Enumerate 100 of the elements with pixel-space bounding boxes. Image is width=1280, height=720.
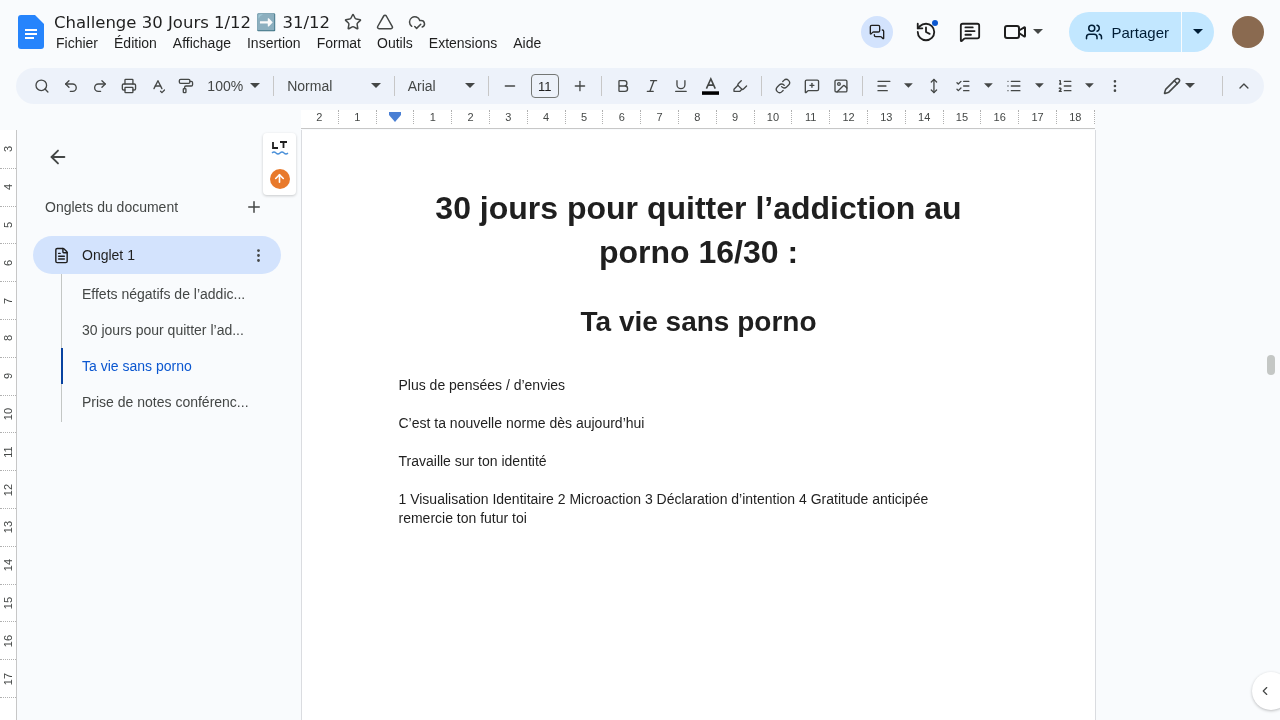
ruler-number: 8 (2, 335, 14, 342)
ruler-number: 1 (354, 111, 361, 123)
ruler-number: 3 (2, 146, 14, 153)
ruler-number: 10 (766, 111, 780, 123)
document-subheading: Ta vie sans porno (579, 306, 818, 338)
upload-button[interactable] (269, 168, 290, 189)
menu-item[interactable]: Outils (369, 33, 421, 52)
chat-icon (869, 24, 886, 40)
paragraph: Plus de pensées / d’envies (398, 376, 567, 395)
ruler-number: 4 (543, 111, 550, 123)
caret-icon (1033, 29, 1044, 35)
menu-item[interactable]: Fichier (48, 33, 106, 52)
chat-button[interactable] (861, 16, 894, 48)
cloud-check-icon[interactable] (408, 13, 427, 31)
ruler-number: 14 (2, 559, 14, 572)
caret-icon (1034, 83, 1044, 89)
ruler-number: 2 (467, 111, 474, 123)
highlighter-icon[interactable] (732, 77, 749, 95)
menu-item[interactable]: Édition (106, 33, 165, 52)
print-icon[interactable] (120, 77, 137, 95)
language-tool-widget[interactable] (263, 133, 296, 195)
menu-item[interactable]: Extensions (420, 33, 506, 52)
ruler-number: 13 (2, 521, 14, 534)
caret-icon (984, 83, 993, 89)
add-tab-icon[interactable] (245, 198, 263, 216)
ruler-number: 9 (732, 111, 739, 123)
menu-item[interactable]: Affichage (164, 33, 239, 52)
link-icon[interactable] (774, 77, 791, 95)
ruler-number: 10 (2, 407, 14, 421)
document-icon (53, 246, 70, 264)
search-icon[interactable] (34, 77, 50, 95)
ruler-number: 12 (842, 111, 855, 123)
sidebar-heading: Onglets du document (45, 199, 179, 215)
ruler-number: 7 (656, 111, 663, 123)
outline-item[interactable]: Ta vie sans porno (61, 348, 281, 384)
ruler-number: 17 (1031, 111, 1044, 123)
caret-icon (904, 83, 914, 89)
underline-icon[interactable] (672, 77, 689, 95)
indent-marker-icon[interactable] (389, 112, 401, 122)
scrollbar-thumb[interactable] (1267, 355, 1275, 375)
ruler-number: 4 (2, 184, 14, 191)
menu-item[interactable]: Aide (505, 33, 550, 52)
history-icon[interactable] (915, 21, 938, 43)
ruler-number: 5 (580, 111, 588, 123)
ruler-number: 6 (618, 111, 625, 123)
ruler-number: 16 (2, 634, 14, 647)
ruler-number: 8 (694, 111, 701, 123)
paint-roller-icon[interactable] (178, 77, 195, 95)
ruler-number: 6 (2, 259, 14, 266)
ruler-number: 11 (2, 446, 14, 458)
arrow-up-icon (273, 172, 286, 185)
ruler-number: 15 (955, 111, 969, 123)
ruler-number: 9 (2, 373, 14, 380)
ruler-number: 5 (2, 221, 14, 229)
paragraph: C’est ta nouvelle norme dès aujourd’hui (398, 414, 646, 433)
menu-item[interactable]: Insertion (238, 33, 309, 52)
ruler-number: 2 (316, 111, 323, 123)
ruler-number: 1 (429, 111, 436, 123)
caret-icon (1085, 83, 1095, 89)
caret-icon (370, 83, 381, 89)
ruler-number: 16 (993, 111, 1006, 123)
caret-icon (250, 83, 261, 89)
star-icon[interactable] (344, 13, 363, 31)
document-title[interactable]: Challenge 30 Jours 1/12 ➡ 31/12 (54, 12, 331, 32)
paragraph: Travaille sur ton identité (398, 452, 548, 471)
ruler-number: 17 (2, 672, 14, 685)
ruler-number: 18 (1069, 111, 1082, 123)
outline-item[interactable]: Effets négatifs de l’addic... (61, 276, 281, 312)
caret-icon (464, 83, 475, 89)
document-tab[interactable]: Onglet 1 (33, 236, 281, 274)
paragraph: 1 Visualisation Identitaire 2 Microaction 3 Déclaration d’intention 4 Gratitude anticipée remercie ton futur toi (398, 490, 930, 528)
ruler-number: 7 (2, 297, 14, 304)
text-color-icon[interactable] (701, 76, 720, 96)
ruler-number: 15 (2, 596, 14, 610)
avatar[interactable] (1232, 16, 1264, 48)
caret-icon (1193, 29, 1203, 35)
font-dropdown[interactable]: Arial (407, 78, 475, 94)
docs-logo-icon[interactable] (18, 15, 44, 49)
numbered-list-icon[interactable] (1056, 77, 1073, 95)
add-comment-icon[interactable] (803, 77, 820, 95)
outline-item[interactable]: Prise de notes conférenc... (61, 384, 281, 420)
pencil-icon[interactable] (1163, 77, 1182, 95)
people-icon (1085, 23, 1104, 41)
image-icon[interactable] (832, 77, 849, 95)
side-panel-toggle[interactable] (1252, 672, 1280, 710)
ruler-number: 11 (805, 111, 817, 123)
language-tool-icon[interactable] (270, 139, 289, 156)
menu-item[interactable]: Format (308, 33, 369, 52)
font-size-field[interactable]: 11 (530, 74, 560, 98)
caret-icon (1185, 83, 1196, 89)
undo-icon[interactable] (62, 77, 79, 95)
ruler-number: 3 (505, 111, 512, 123)
ruler-number: 14 (918, 111, 931, 123)
style-dropdown[interactable]: Normal (287, 78, 381, 94)
ruler-number: 13 (880, 111, 893, 123)
ruler-number: 12 (2, 483, 14, 496)
redo-icon[interactable] (91, 77, 108, 95)
outline-item[interactable]: 30 jours pour quitter l’ad... (61, 312, 281, 348)
comment-icon[interactable] (959, 21, 982, 43)
zoom-dropdown[interactable]: 100% (207, 78, 261, 94)
